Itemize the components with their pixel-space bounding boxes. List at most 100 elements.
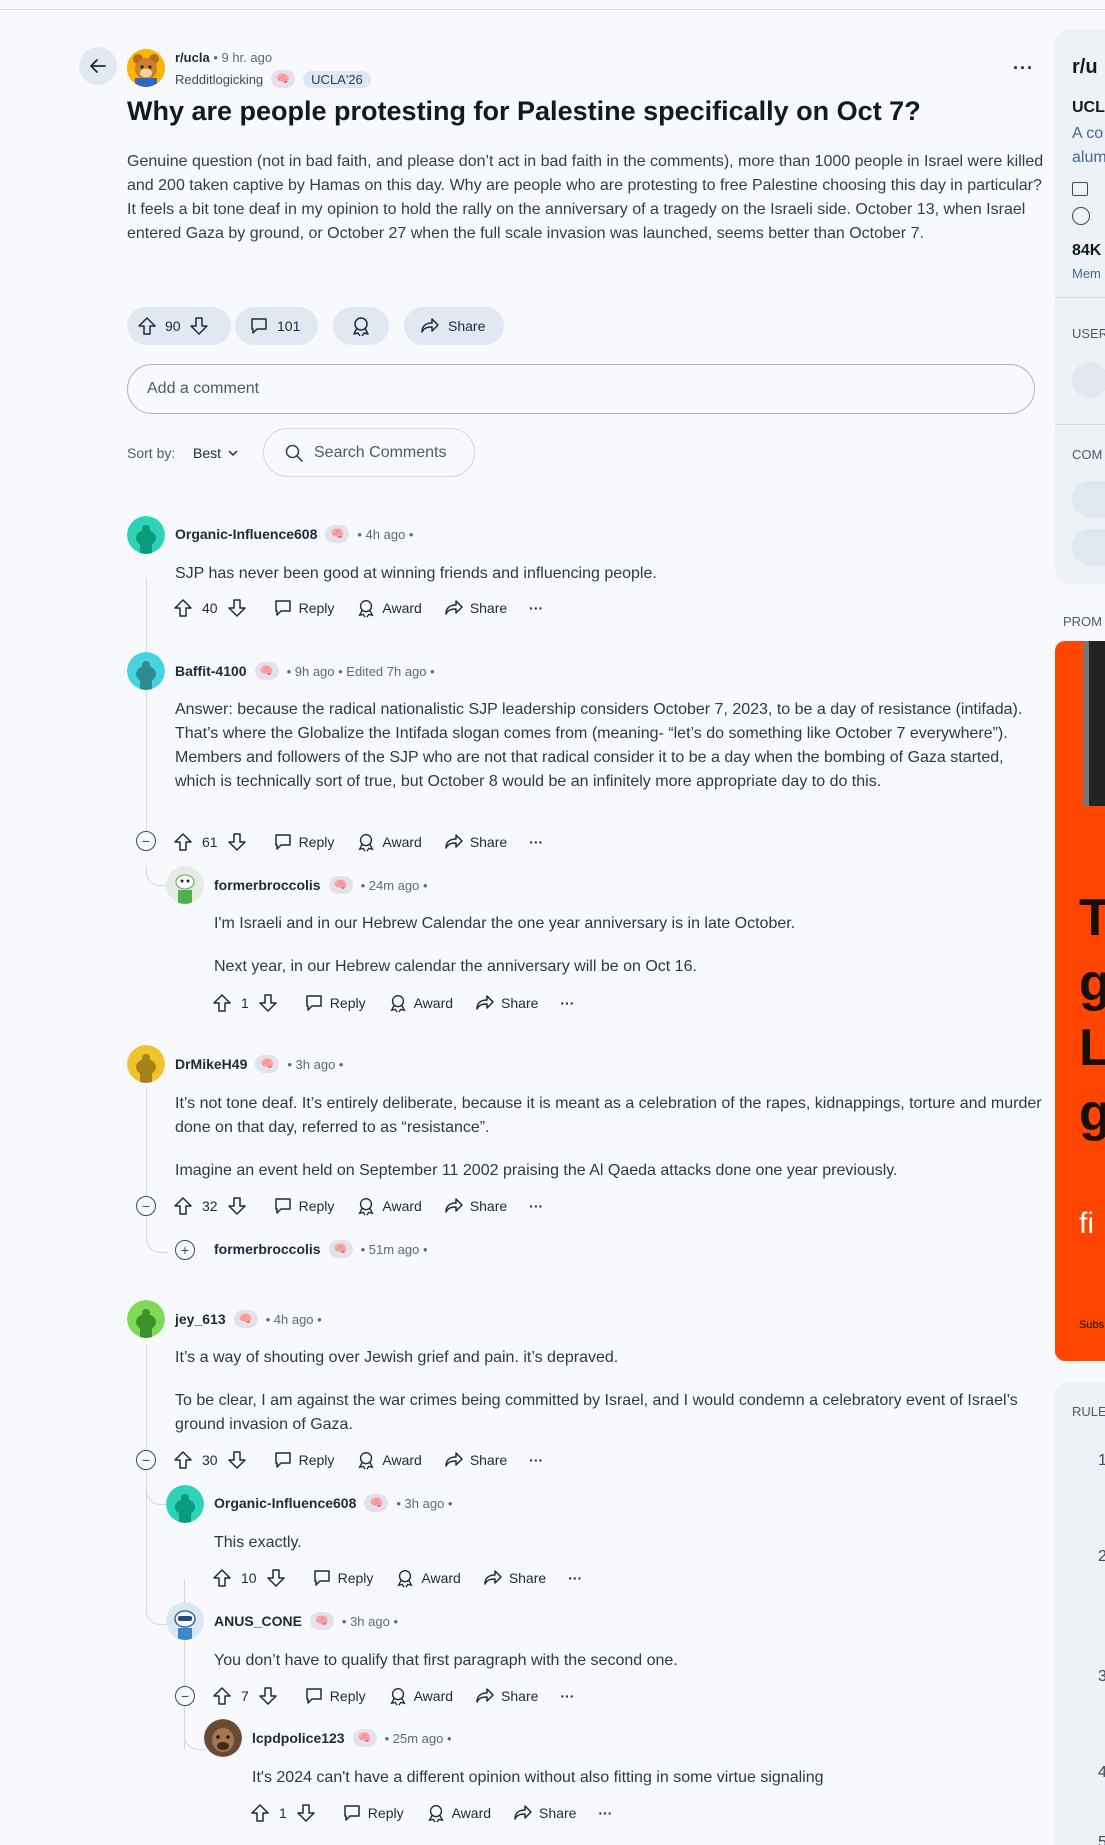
collapse-thread-button[interactable]: − [136,1196,156,1216]
award-button[interactable]: Award [395,1568,461,1588]
more-options-button[interactable]: ··· [529,1452,543,1468]
collapse-thread-button[interactable]: − [136,1450,156,1470]
more-options-button[interactable]: ··· [529,834,543,850]
comment-author[interactable]: lcpdpolice123 [252,1730,345,1746]
more-options-button[interactable]: ··· [568,1570,582,1586]
upvote-icon[interactable] [212,993,232,1013]
more-options-button[interactable]: ··· [560,995,574,1011]
reply-button[interactable]: Reply [304,993,366,1013]
avatar[interactable] [204,1719,242,1757]
downvote-icon[interactable] [227,1196,247,1216]
upvote-icon[interactable] [173,598,193,618]
post-award-button[interactable] [333,307,389,345]
more-options-button[interactable]: ··· [598,1805,612,1821]
rule-number[interactable]: 3 [1098,1668,1105,1686]
more-options-button[interactable]: ··· [529,1198,543,1214]
comment-author[interactable]: formerbroccolis [214,877,321,893]
subreddit-link[interactable]: r/ucla [175,50,210,65]
share-button[interactable]: Share [444,1450,507,1470]
more-options-button[interactable]: ··· [529,600,543,616]
award-button[interactable]: Award [356,1450,422,1470]
reply-button[interactable]: Reply [273,1196,334,1216]
rule-number[interactable]: 1 [1098,1452,1105,1470]
upvote-icon[interactable] [212,1568,232,1588]
collapse-thread-button[interactable]: − [136,831,156,851]
share-button[interactable]: Share [444,832,507,852]
award-button[interactable]: Award [356,832,422,852]
post-comments-button[interactable]: 101 [235,307,318,345]
downvote-icon[interactable] [296,1803,316,1823]
upvote-icon[interactable] [173,1450,193,1470]
avatar[interactable] [127,652,165,690]
downvote-icon[interactable] [227,1450,247,1470]
share-button[interactable]: Share [444,1196,507,1216]
comment-author[interactable]: formerbroccolis [214,1241,321,1257]
award-button[interactable]: Award [426,1803,491,1823]
bookmark-pill[interactable] [1072,481,1105,517]
expand-thread-button[interactable]: + [175,1240,195,1260]
reply-button[interactable]: Reply [273,832,334,852]
avatar[interactable] [127,516,165,554]
avatar[interactable] [166,866,204,904]
post-share-button[interactable]: Share [404,307,504,345]
downvote-icon[interactable] [258,993,278,1013]
rule-number[interactable]: 4 [1098,1764,1105,1782]
ad-headline: L [1079,1019,1105,1077]
back-button[interactable] [79,47,117,85]
award-button[interactable]: Award [388,993,453,1013]
collapse-thread-button[interactable]: − [175,1686,195,1706]
avatar[interactable] [166,1602,204,1640]
comment-author[interactable]: DrMikeH49 [175,1056,247,1072]
upvote-icon[interactable] [173,832,193,852]
search-comments-input[interactable]: Search Comments [263,428,475,477]
comment-author[interactable]: Baffit-4100 [175,663,247,679]
bookmark-pill[interactable] [1072,529,1105,565]
share-button[interactable]: Share [444,598,507,618]
add-comment-input[interactable]: Add a comment [127,364,1035,414]
sidebar-divider [1055,297,1105,298]
post-author[interactable]: Redditlogicking [175,72,263,87]
upvote-icon[interactable] [250,1803,270,1823]
downvote-icon[interactable] [189,316,209,336]
reply-button[interactable]: Reply [273,598,334,618]
share-button[interactable]: Share [475,1686,538,1706]
downvote-icon[interactable] [227,598,247,618]
sort-dropdown[interactable]: Best [193,445,239,461]
more-options-button[interactable]: ··· [560,1688,574,1704]
promoted-ad[interactable]: T g L g fi Subs [1055,641,1105,1361]
upvote-icon[interactable] [137,316,157,336]
downvote-icon[interactable] [227,832,247,852]
upvote-icon[interactable] [173,1196,193,1216]
downvote-icon[interactable] [258,1686,278,1706]
brain-flair-icon: 🧠 [328,1240,353,1258]
comment-author[interactable]: ANUS_CONE [214,1613,302,1629]
sidebar-description: A co [1072,125,1104,142]
comment-meta: • 3h ago • [287,1056,344,1072]
rule-number[interactable]: 5 [1098,1834,1105,1845]
award-button[interactable]: Award [356,1196,422,1216]
award-button[interactable]: Award [356,598,422,618]
reply-button[interactable]: Reply [342,1803,404,1823]
upvote-icon[interactable] [212,1686,232,1706]
reply-button[interactable]: Reply [312,1568,373,1588]
share-button[interactable]: Share [513,1803,576,1823]
sidebar-title[interactable]: r/u [1072,56,1098,79]
subreddit-avatar[interactable] [127,49,165,87]
avatar[interactable] [127,1045,165,1083]
share-button[interactable]: Share [483,1568,546,1588]
avatar[interactable] [166,1485,204,1523]
reply-button[interactable]: Reply [304,1686,366,1706]
comment-author[interactable]: jey_613 [175,1311,226,1327]
downvote-icon[interactable] [266,1568,286,1588]
comment-icon [274,1452,291,1468]
comment-author[interactable]: Organic-Influence608 [175,526,317,542]
thread-curve [146,1233,168,1253]
avatar[interactable] [127,1300,165,1338]
comment-author[interactable]: Organic-Influence608 [214,1495,356,1511]
rule-number[interactable]: 2 [1098,1548,1105,1566]
award-button[interactable]: Award [388,1686,453,1706]
post-more-options-button[interactable]: ··· [1013,58,1034,79]
reply-button[interactable]: Reply [273,1450,334,1470]
share-icon [445,1452,463,1467]
share-button[interactable]: Share [475,993,538,1013]
